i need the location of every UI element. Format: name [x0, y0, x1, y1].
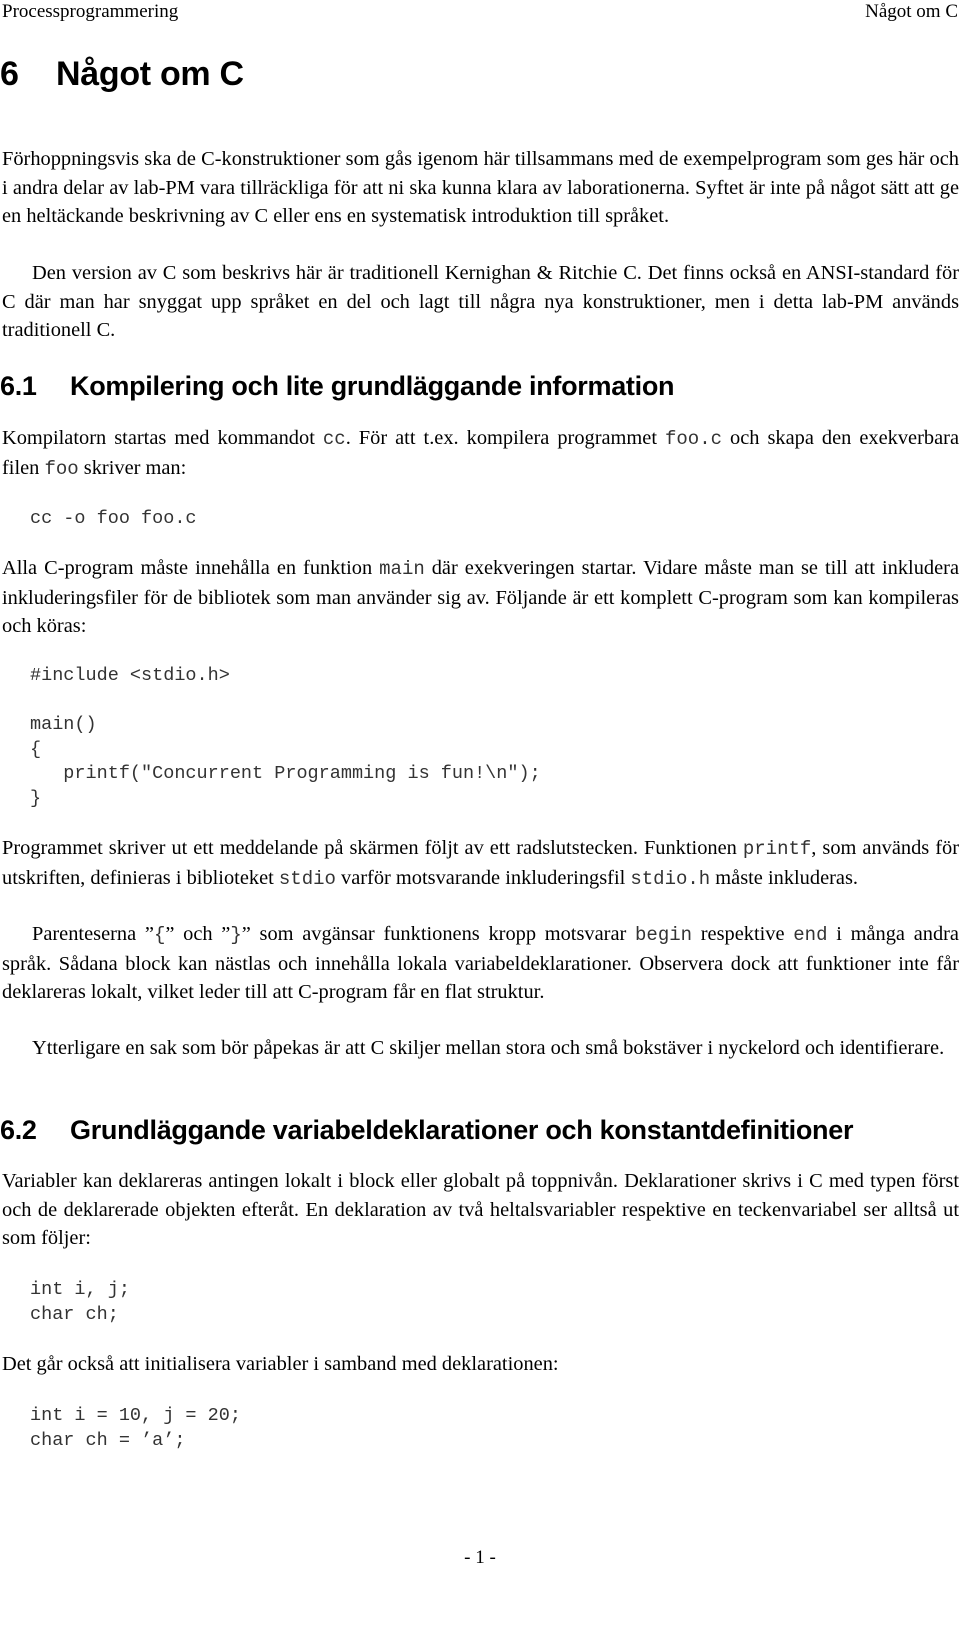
initialization-paragraph: Det går också att initialisera variabler…: [2, 1353, 559, 1375]
compile-paragraph: Kompilatorn startas med kommandot cc. Fö…: [2, 424, 959, 483]
inline-code: }: [230, 924, 242, 946]
text-run: . För att t.ex. kompilera programmet: [345, 427, 665, 449]
code-block-initialization: int i = 10, j = 20; char ch = ’a’;: [30, 1405, 241, 1451]
chapter-heading: 6 Något om C: [0, 52, 244, 96]
chapter-number: 6: [0, 55, 19, 93]
header-course-title: Processprogrammering: [2, 1, 179, 22]
inline-code: foo: [44, 457, 79, 480]
inline-code: stdio: [278, 867, 336, 890]
printf-paragraph: Programmet skriver ut ett meddelande på …: [2, 834, 959, 893]
inline-code: {: [153, 924, 166, 946]
main-function-paragraph: Alla C-program måste innehålla en funkti…: [2, 554, 959, 641]
text-run: respektive: [692, 923, 794, 945]
chapter-title: Något om C: [56, 55, 244, 93]
inline-code: main: [379, 558, 425, 580]
case-sensitivity-paragraph: Ytterligare en sak som bör påpekas är at…: [32, 1037, 945, 1059]
braces-paragraph: Parenteserna ”{” och ”}” som avgänsar fu…: [2, 920, 959, 1007]
inline-code: end: [793, 924, 828, 946]
text-run: Parenteserna ”: [32, 923, 154, 945]
inline-code: printf: [742, 838, 812, 860]
text-run: ” och ”: [165, 923, 231, 945]
section-number: 6.2: [0, 1115, 37, 1145]
code-block-hello-program: #include <stdio.h> main() { printf("Conc…: [30, 665, 541, 809]
code-block-declarations: int i, j; char ch;: [30, 1279, 130, 1325]
text-run: Kompilatorn startas med kommandot: [2, 427, 323, 449]
variables-paragraph: Variabler kan deklareras antingen lokalt…: [2, 1170, 959, 1250]
intro-paragraph-1: Förhoppningsvis ska de C-konstruktioner …: [2, 148, 959, 228]
section-title: Kompilering och lite grundläggande infor…: [70, 371, 675, 401]
text-run: varför motsvarande inkluderingsfil: [335, 866, 631, 889]
intro-paragraph-2: Den version av C som beskrivs här är tra…: [2, 262, 959, 342]
inline-code: foo.c: [665, 428, 723, 450]
text-run: måste inkluderas.: [710, 866, 858, 889]
inline-code: stdio.h: [630, 867, 711, 890]
section-number: 6.1: [0, 371, 37, 401]
text-run: ” som avgänsar funktionens kropp motsvar…: [241, 923, 636, 945]
code-block-compile-command: cc -o foo foo.c: [30, 508, 197, 529]
running-header: Processprogrammering Något om C: [0, 0, 960, 26]
header-chapter-title: Något om C: [865, 1, 958, 22]
text-run: skriver man:: [78, 456, 187, 479]
inline-code: begin: [635, 924, 693, 946]
section-heading-6-1: 6.1 Kompilering och lite grundläggande in…: [0, 369, 675, 403]
text-run: Alla C-program måste innehålla en funkti…: [2, 557, 380, 579]
page-number: - 1 -: [464, 1547, 496, 1568]
section-title: Grundläggande variabeldeklarationer och …: [70, 1115, 854, 1145]
document-page: Processprogrammering Något om C 6 Något o…: [0, 0, 960, 1628]
section-heading-6-2: 6.2 Grundläggande variabeldeklarationer o…: [0, 1113, 853, 1147]
text-run: Programmet skriver ut ett meddelande på …: [2, 837, 743, 859]
inline-code: cc: [322, 428, 346, 450]
